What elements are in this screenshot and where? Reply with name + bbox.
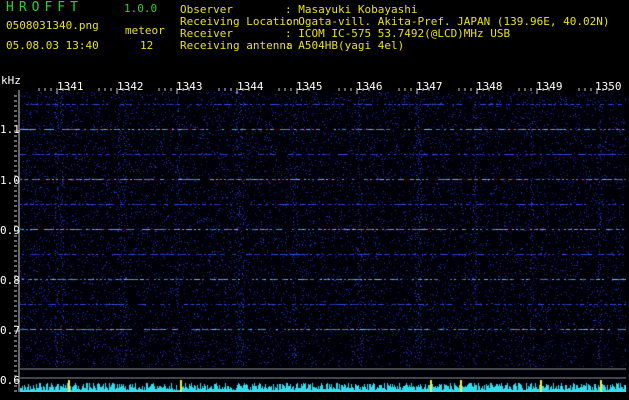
hrofft-window: HROFFT 1.0.0 0508031340.png meteor 05.08… xyxy=(0,0,629,400)
spectrogram-axes xyxy=(14,88,626,392)
axis-ticks xyxy=(14,88,610,392)
